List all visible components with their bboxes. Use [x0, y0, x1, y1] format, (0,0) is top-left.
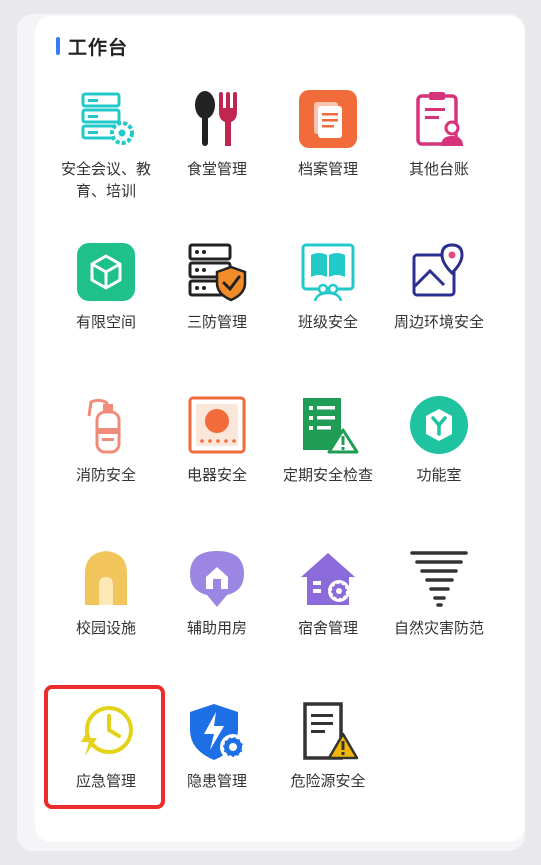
section-header: 工作台	[56, 34, 129, 59]
tile-label: 消防安全	[75, 466, 136, 484]
clipboard-user-icon	[408, 88, 470, 150]
campus-house-icon	[75, 547, 137, 609]
tile-three-defense[interactable]: 三防管理	[161, 241, 273, 381]
cube-icon	[75, 241, 137, 303]
tile-label: 安全会议、教育、培训	[60, 160, 151, 200]
tile-label: 食堂管理	[186, 160, 247, 178]
tile-label: 档案管理	[297, 160, 358, 178]
tornado-icon	[408, 547, 470, 609]
hexagon-y-icon	[408, 394, 470, 456]
tile-canteen[interactable]: 食堂管理	[161, 88, 273, 228]
tile-archives[interactable]: 档案管理	[272, 88, 384, 228]
tile-label: 校园设施	[75, 619, 136, 637]
map-pin-icon	[408, 241, 470, 303]
tile-auxiliary-rooms[interactable]: 辅助用房	[161, 547, 273, 687]
tile-label: 隐患管理	[186, 772, 247, 790]
tile-label: 辅助用房	[186, 619, 247, 637]
tile-hazard-source[interactable]: 危险源安全	[272, 700, 384, 840]
tile-label: 三防管理	[186, 313, 247, 331]
tile-hazard-management[interactable]: 隐患管理	[161, 700, 273, 840]
tile-label: 宿舍管理	[297, 619, 358, 637]
appliance-icon	[186, 394, 248, 456]
tile-electrical-safety[interactable]: 电器安全	[161, 394, 273, 534]
emergency-clock-icon	[75, 700, 137, 762]
server-shield-icon	[186, 241, 248, 303]
tile-periodic-check[interactable]: 定期安全检查	[272, 394, 384, 534]
tile-label: 班级安全	[297, 313, 358, 331]
checklist-warning-icon	[297, 394, 359, 456]
tile-safety-meeting[interactable]: 安全会议、教育、培训	[50, 88, 162, 228]
tile-label: 电器安全	[186, 466, 247, 484]
tile-label: 危险源安全	[290, 772, 366, 790]
tile-surrounding-env[interactable]: 周边环境安全	[383, 241, 495, 381]
tile-class-safety[interactable]: 班级安全	[272, 241, 384, 381]
tile-label: 功能室	[416, 466, 462, 484]
tile-label: 定期安全检查	[282, 466, 373, 484]
house-pin-icon	[186, 547, 248, 609]
tile-function-room[interactable]: 功能室	[383, 394, 495, 534]
spoon-fork-icon	[186, 88, 248, 150]
fire-extinguisher-icon	[75, 394, 137, 456]
section-title: 工作台	[68, 36, 129, 59]
tile-label: 其他台账	[408, 160, 469, 178]
document-warning-icon	[297, 700, 359, 762]
tile-campus-facilities[interactable]: 校园设施	[50, 547, 162, 687]
tile-label: 应急管理	[75, 772, 136, 790]
book-people-icon	[297, 241, 359, 303]
tile-fire-safety[interactable]: 消防安全	[50, 394, 162, 534]
tile-label: 有限空间	[75, 313, 136, 331]
tile-label: 自然灾害防范	[393, 619, 484, 637]
section-accent-bar	[56, 37, 60, 55]
tile-natural-disaster[interactable]: 自然灾害防范	[383, 547, 495, 687]
documents-icon	[297, 88, 359, 150]
tile-dormitory[interactable]: 宿舍管理	[272, 547, 384, 687]
server-gear-icon	[75, 88, 137, 150]
tile-other-ledger[interactable]: 其他台账	[383, 88, 495, 228]
tile-confined-space[interactable]: 有限空间	[50, 241, 162, 381]
dorm-gear-icon	[297, 547, 359, 609]
tile-label: 周边环境安全	[393, 313, 484, 331]
shield-bolt-gear-icon	[186, 700, 248, 762]
tile-emergency-management[interactable]: 应急管理	[50, 700, 162, 840]
